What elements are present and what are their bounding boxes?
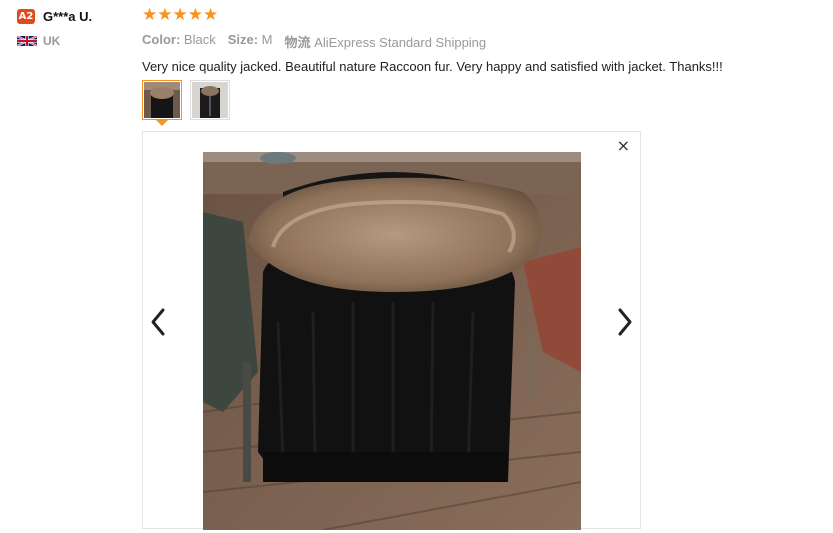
size-value: M bbox=[261, 32, 273, 47]
shipping-label: 物流 bbox=[284, 35, 311, 50]
reviewer-country: UK bbox=[43, 34, 61, 48]
thumbnail-strip bbox=[142, 80, 238, 126]
star-rating: ★ ★ ★ ★ ★ bbox=[142, 6, 723, 24]
shipping-value: AliExpress Standard Shipping bbox=[314, 35, 487, 50]
uk-flag-icon bbox=[17, 35, 37, 47]
image-viewer: × bbox=[142, 131, 641, 530]
selected-caret bbox=[156, 120, 168, 126]
review-meta: Color: Black Size: M 物流 AliExpress Stand… bbox=[142, 32, 723, 51]
review-text: Very nice quality jacked. Beautiful natu… bbox=[142, 59, 723, 74]
star-icon: ★ bbox=[187, 5, 203, 25]
jacket-back-thumbnail-image bbox=[144, 82, 180, 118]
reviewer-name: G***a U. bbox=[43, 8, 93, 24]
review-photo bbox=[203, 152, 581, 530]
thumbnail-jacket-back[interactable] bbox=[142, 80, 182, 126]
chevron-left-icon[interactable] bbox=[149, 307, 167, 337]
star-icon: ★ bbox=[203, 5, 219, 25]
thumbnail-jacket-front[interactable] bbox=[190, 80, 230, 120]
jacket-front-thumbnail-image bbox=[192, 82, 228, 118]
color-label: Color: bbox=[142, 32, 181, 47]
star-icon: ★ bbox=[172, 5, 188, 25]
review-content: ★ ★ ★ ★ ★ Color: Black Size: M 物流 AliExp… bbox=[142, 6, 723, 74]
reviewer-info: A2 G***a U. UK bbox=[17, 7, 92, 48]
level-badge: A2 bbox=[17, 8, 35, 24]
color-value: Black bbox=[183, 32, 216, 47]
star-icon: ★ bbox=[142, 5, 158, 25]
star-icon: ★ bbox=[157, 5, 173, 25]
close-button[interactable]: × bbox=[617, 136, 630, 155]
chevron-right-icon[interactable] bbox=[616, 307, 634, 337]
size-label: Size: bbox=[227, 32, 259, 47]
